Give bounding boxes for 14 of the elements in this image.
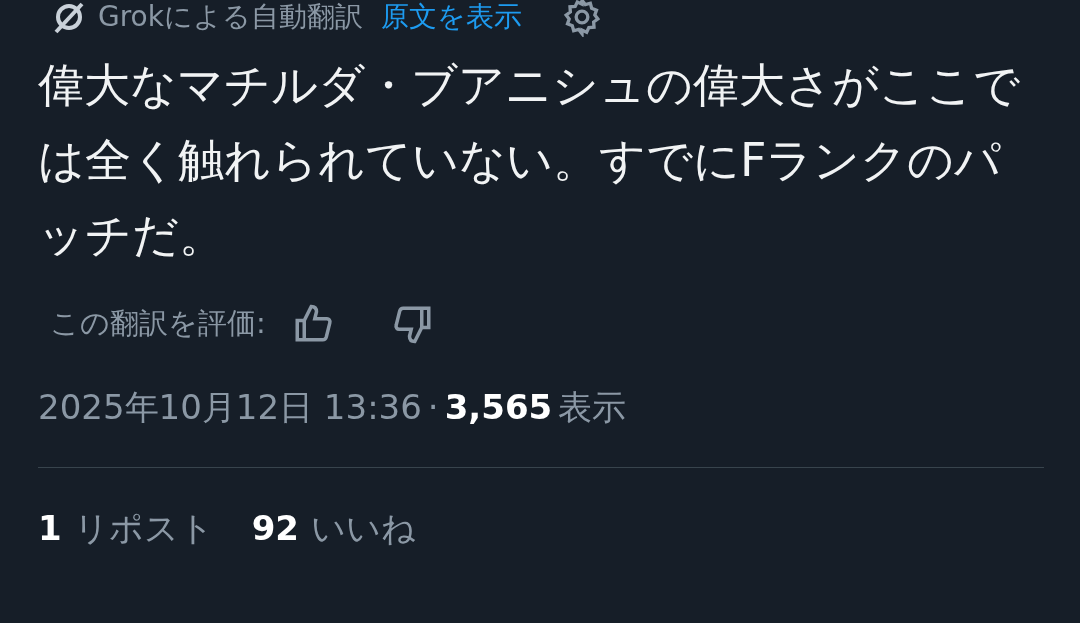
stat-count: 1	[38, 508, 62, 548]
separator-dot: ·	[427, 387, 439, 427]
stat-label[interactable]: いいね	[311, 506, 416, 552]
grok-logo-icon	[52, 0, 86, 34]
views-label: 表示	[558, 386, 627, 429]
stat-count: 92	[251, 508, 299, 548]
translation-label: Grokによる自動翻訳	[98, 0, 363, 35]
post-timestamp: 2025年10月12日 13:36	[38, 386, 422, 429]
stat-label[interactable]: リポスト	[73, 506, 214, 552]
post-text: 偉大なマチルダ・ブアニシュの偉大さがここでは全く触れられていない。すでにFランクのパッチだ。	[38, 57, 1021, 264]
show-original-link[interactable]: 原文を表示	[380, 0, 522, 36]
rate-translation-label: この翻訳を評価:	[50, 305, 266, 342]
view-count: 3,565	[444, 387, 553, 427]
settings-icon[interactable]	[561, 0, 602, 37]
